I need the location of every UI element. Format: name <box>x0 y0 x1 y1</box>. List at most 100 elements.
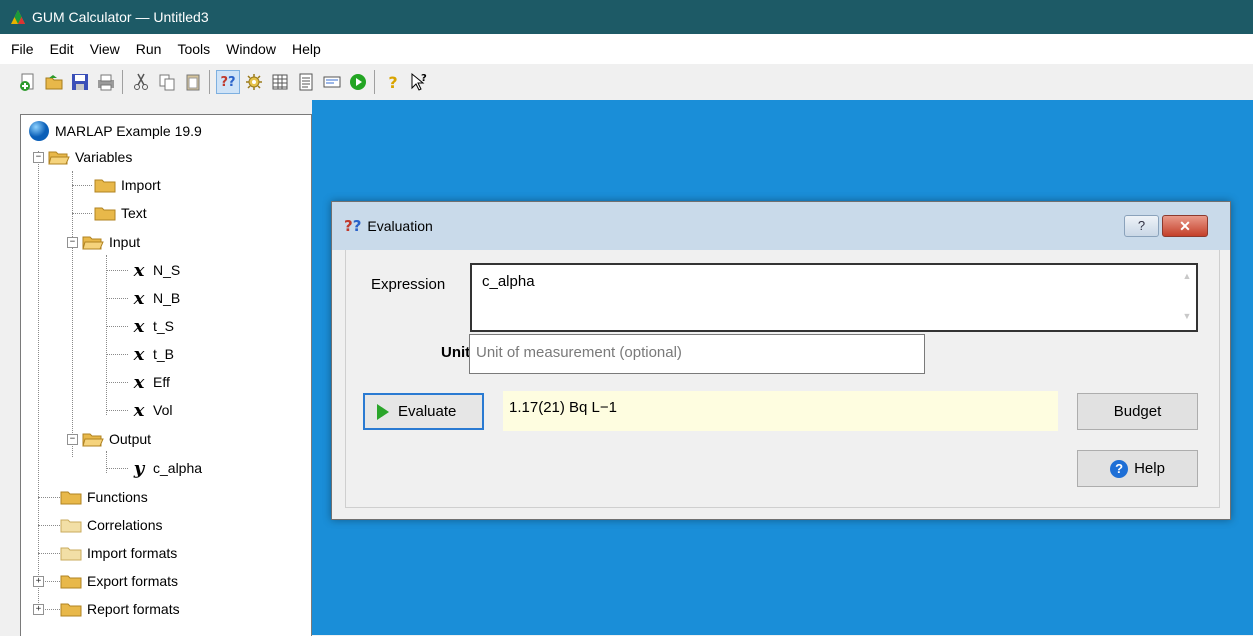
tree-expander-input[interactable]: − <box>67 237 78 248</box>
folder-open-icon <box>82 236 104 250</box>
unit-input[interactable]: Unit of measurement (optional) <box>469 334 925 374</box>
settings-icon[interactable] <box>242 70 266 94</box>
tree-node-text[interactable]: Text <box>94 201 147 225</box>
tree-label-variable: Eff <box>153 374 170 390</box>
tree-node-correlations[interactable]: Correlations <box>60 513 162 537</box>
tree-node-variable[interactable]: x t_B <box>130 342 174 366</box>
tree-node-variable[interactable]: x Vol <box>130 398 173 422</box>
tree-node-import[interactable]: Import <box>94 173 161 197</box>
svg-text:?: ? <box>421 73 427 84</box>
result-value: 1.17(21) Bq L−1 <box>509 399 617 416</box>
tree-node-input[interactable]: Input <box>82 230 140 254</box>
cut-icon[interactable] <box>129 70 153 94</box>
tree-label-input: Input <box>109 234 141 250</box>
panel-icon[interactable] <box>320 70 344 94</box>
tree-node-functions[interactable]: Functions <box>60 485 148 509</box>
menu-bar: File Edit View Run Tools Window Help <box>0 34 1253 64</box>
tree-label-variables: Variables <box>75 149 133 165</box>
tree-node-variable[interactable]: x t_S <box>130 314 174 338</box>
folder-icon <box>94 179 116 193</box>
document-icon[interactable] <box>294 70 318 94</box>
evaluate-button[interactable]: Evaluate <box>363 393 484 430</box>
run-icon[interactable] <box>346 70 370 94</box>
tree-expander-output[interactable]: − <box>67 434 78 445</box>
tree-node-variables[interactable]: Variables <box>48 145 132 169</box>
help-circle-icon: ? <box>1110 459 1129 478</box>
dialog-close-button[interactable]: ✕ <box>1162 215 1208 237</box>
toolbar-separator <box>209 70 210 94</box>
tree-connector <box>38 553 60 554</box>
tree-label-text: Text <box>121 205 147 221</box>
tree-node-result[interactable]: y c_alpha <box>130 456 202 480</box>
tree-connector <box>106 298 128 299</box>
menu-help[interactable]: Help <box>284 41 329 57</box>
toolbar: ?? ? ? <box>0 64 1253 101</box>
menu-file[interactable]: File <box>0 41 42 57</box>
context-help-icon[interactable]: ? <box>407 70 431 94</box>
folder-icon <box>60 575 82 589</box>
folder-icon <box>94 207 116 221</box>
table-icon[interactable] <box>268 70 292 94</box>
evaluate-label: Evaluate <box>398 403 457 420</box>
tree-label-import-formats: Import formats <box>87 545 178 561</box>
tree-root-node[interactable]: MARLAP Example 19.9 <box>28 119 202 143</box>
paste-icon[interactable] <box>181 70 205 94</box>
tree-label-import: Import <box>121 177 161 193</box>
tree-node-output[interactable]: Output <box>82 427 151 451</box>
tree-node-import-formats[interactable]: Import formats <box>60 541 177 565</box>
menu-run[interactable]: Run <box>128 41 170 57</box>
tree-connector <box>38 525 60 526</box>
app-logo-icon <box>11 10 25 24</box>
tree-label-functions: Functions <box>87 489 148 505</box>
menu-edit[interactable]: Edit <box>42 41 82 57</box>
tree-expander-report-formats[interactable]: + <box>33 604 44 615</box>
expression-scrollbar[interactable]: ▲ ▼ <box>1182 271 1192 325</box>
folder-open-icon <box>48 151 70 165</box>
project-sphere-icon <box>29 121 49 141</box>
tree-connector <box>72 213 92 214</box>
tree-node-variable[interactable]: x Eff <box>130 370 170 394</box>
budget-button[interactable]: Budget <box>1077 393 1198 430</box>
tree-expander-export-formats[interactable]: + <box>33 576 44 587</box>
tree-connector <box>106 468 128 469</box>
menu-tools[interactable]: Tools <box>169 41 218 57</box>
help-icon[interactable]: ? <box>381 70 405 94</box>
tree-connector <box>72 185 92 186</box>
project-tree[interactable]: MARLAP Example 19.9 − Variables Import T… <box>20 114 312 636</box>
expression-value: c_alpha <box>482 273 535 290</box>
tree-node-report-formats[interactable]: Report formats <box>60 597 180 621</box>
input-variable-icon: x <box>133 371 145 393</box>
dialog-title-bar[interactable]: ?? Evaluation ? ✕ <box>332 202 1230 250</box>
unit-label: Unit <box>441 344 471 361</box>
tree-node-variable[interactable]: x N_B <box>130 286 181 310</box>
expression-label: Expression <box>371 276 446 293</box>
tree-label-variable: t_S <box>153 318 175 334</box>
dialog-help-button[interactable]: ? <box>1124 215 1159 237</box>
expression-input[interactable]: c_alpha ▲ ▼ <box>470 263 1198 332</box>
evaluation-icon: ?? <box>344 217 362 235</box>
evaluate-icon[interactable]: ?? <box>216 70 240 94</box>
input-variable-icon: x <box>133 343 145 365</box>
menu-view[interactable]: View <box>82 41 128 57</box>
open-icon[interactable] <box>42 70 66 94</box>
input-variable-icon: x <box>133 259 145 281</box>
help-button[interactable]: ? Help <box>1077 450 1198 487</box>
play-icon <box>377 403 389 420</box>
result-field: 1.17(21) Bq L−1 <box>503 391 1058 431</box>
input-variable-icon: x <box>133 315 145 337</box>
new-icon[interactable] <box>16 70 40 94</box>
save-icon[interactable] <box>68 70 92 94</box>
print-icon[interactable] <box>94 70 118 94</box>
copy-icon[interactable] <box>155 70 179 94</box>
window-title: GUM Calculator — Untitled3 <box>32 9 209 25</box>
tree-node-variable[interactable]: x N_S <box>130 258 181 282</box>
tree-node-export-formats[interactable]: Export formats <box>60 569 178 593</box>
tree-label-correlations: Correlations <box>87 517 163 533</box>
dialog-title: Evaluation <box>367 218 433 234</box>
tree-label-report-formats: Report formats <box>87 601 180 617</box>
menu-window[interactable]: Window <box>218 41 284 57</box>
toolbar-separator <box>374 70 375 94</box>
tree-connector <box>38 151 39 611</box>
tree-label-output: Output <box>109 431 152 447</box>
tree-expander-variables[interactable]: − <box>33 152 44 163</box>
